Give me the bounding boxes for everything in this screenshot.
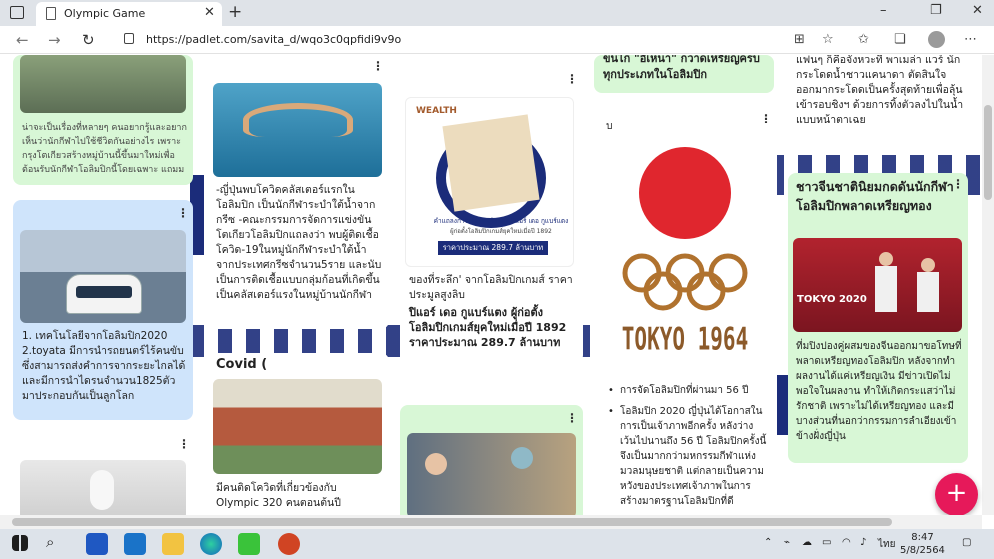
post-image: TOKYO 2020 [793, 238, 962, 332]
post-menu-icon[interactable]: ⋮ [177, 206, 189, 220]
post-text: มีคนติดโควิดที่เกี่ยวข้องกับ Olympic 320… [216, 482, 341, 509]
post-text: ของที่ระลึก' จากโอลิมปิกเกมส์ ราคาประมูล… [409, 274, 573, 301]
tray-chevron-icon[interactable]: ⌃ [764, 537, 772, 548]
tab-bar: Olympic Game ✕ + – ❐ ✕ [0, 0, 994, 26]
post-card-badminton[interactable]: ขนไก่ "อีเหนา" กวาดเหรียญครบทุกประเภทในโ… [594, 55, 774, 93]
post-text: 1. เทคโนโลยีจากโอลิมปิก2020 2.toyata มีก… [22, 330, 186, 402]
padlet-board: น่าจะเป็นเรื่องที่หลายๆ คนอยากรู้และอยาก… [0, 55, 994, 515]
post-card-china-nationalism[interactable]: ⋮ ชาวจีนชาตินิยมกดดันนักกีฬาโอลิมปิกพลาด… [788, 173, 968, 463]
url-text[interactable]: https://padlet.com/savita_d/wqo3c0qpfidi… [146, 33, 401, 46]
network-icon[interactable]: ⌁ [784, 537, 790, 548]
close-window-button[interactable]: ✕ [972, 3, 983, 18]
post-image: WEALTH คำแถลงการณ์ฉบับจริงของ ปิแอร์ เดอ… [405, 97, 574, 267]
clock-date: 5/8/2564 [900, 545, 945, 556]
add-post-button[interactable]: + [935, 473, 978, 515]
refresh-icon[interactable]: ↻ [82, 31, 95, 49]
vertical-scrollbar[interactable] [982, 55, 994, 515]
powerpoint-icon[interactable] [278, 533, 300, 555]
bullet-item: โอลิมปิก 2020 ญี่ปุ่นได้โอกาสในการเป็นเจ… [620, 406, 767, 507]
tab-close-button[interactable]: ✕ [204, 5, 215, 20]
image-caption: คำแถลงการณ์ฉบับจริงของ ปิแอร์ เดอ กูแบร์… [433, 217, 569, 225]
post-card-technology[interactable]: ⋮ 1. เทคโนโลยีจากโอลิมปิก2020 2.toyata ม… [13, 200, 193, 420]
windows-taskbar: ⌕ ⌃ ⌁ ☁ ▭ ◠ ♪ ไทย 8:47 5/8/2564 ▢ [0, 529, 994, 559]
image-caption: TOKYO 2020 [797, 294, 867, 305]
post-card-vaccine[interactable]: ⋮ [400, 405, 583, 515]
post-card-covid-greece[interactable]: -ญี่ปุ่นพบโควิดคลัสเตอร์แรกในโอลิมปิก เป… [206, 79, 389, 329]
post-menu-icon[interactable]: ⋮ [178, 437, 190, 451]
post-card-memorabilia[interactable]: WEALTH คำแถลงการณ์ฉบับจริงของ ปิแอร์ เดอ… [400, 93, 583, 363]
post-image [407, 433, 576, 515]
post-text: แฟนๆ ก็คือจังหวะที่ พาเมล่า แวร์ นักกระโ… [796, 55, 964, 126]
search-icon[interactable]: ⌕ [46, 533, 68, 555]
tab-title: Olympic Game [64, 7, 146, 20]
post-text: ที่มปิงปองคู่ผสมของจีนออกมาขอโทษที่พลาดเ… [796, 341, 962, 442]
post-image [20, 460, 186, 515]
volume-icon[interactable]: ♪ [860, 537, 866, 548]
post-header: ป [606, 123, 613, 132]
tab-olympic-game[interactable]: Olympic Game ✕ [36, 2, 222, 26]
horizontal-scrollbar[interactable] [0, 515, 982, 529]
maximize-button[interactable]: ❐ [930, 3, 942, 18]
post-image [213, 379, 382, 474]
post-text: น่าจะเป็นเรื่องที่หลายๆ คนอยากรู้และอยาก… [22, 123, 187, 175]
post-title: Covid ( [216, 357, 268, 372]
olympic-rings-icon [622, 253, 748, 311]
edge-icon[interactable] [200, 533, 222, 555]
post-card-tokyo1964[interactable]: ป TOKYO 1964 • การจัดโอลิมปิกที่ผ่านมา 56… [594, 123, 777, 515]
lock-icon [124, 33, 134, 44]
tokyo-1964-text: TOKYO 1964 [621, 321, 749, 357]
url-box[interactable]: https://padlet.com/savita_d/wqo3c0qpfidi… [112, 28, 846, 52]
more-icon[interactable]: ⋯ [964, 32, 977, 47]
app-icon[interactable] [86, 533, 108, 555]
file-explorer-icon[interactable] [162, 533, 184, 555]
post-image [213, 83, 382, 177]
post-text: -ญี่ปุ่นพบโควิดคลัสเตอร์แรกในโอลิมปิก เป… [216, 184, 382, 301]
post-image [20, 230, 186, 323]
tab-actions-icon[interactable] [10, 6, 24, 19]
notifications-icon[interactable]: ▢ [962, 537, 971, 548]
language-indicator[interactable]: ไทย [878, 537, 895, 552]
clock-time: 8:47 [911, 532, 934, 543]
post-card-diving[interactable]: แฟนๆ ก็คือจังหวะที่ พาเมล่า แวร์ นักกระโ… [788, 55, 971, 155]
post-image: TOKYO 1964 [600, 135, 770, 371]
image-caption: ผู้ก่อตั้งโอลิมปิกเกมส์ยุคใหม่เมื่อปี 18… [450, 228, 552, 235]
clock[interactable]: 8:47 5/8/2564 [900, 531, 945, 557]
post-card-village[interactable]: น่าจะเป็นเรื่องที่หลายๆ คนอยากรู้และอยาก… [13, 55, 193, 185]
post-title: ขนไก่ "อีเหนา" กวาดเหรียญครบทุกประเภทในโ… [603, 55, 760, 81]
wifi-icon[interactable]: ◠ [842, 537, 851, 548]
post-menu-icon[interactable]: ⋮ [566, 72, 578, 86]
forward-icon[interactable]: → [48, 31, 61, 49]
start-icon[interactable] [12, 535, 28, 551]
post-bold-text: ปิแอร์ เดอ กูแบร์แตง ผู้ก่อตั้งโอลิมปิกเ… [409, 306, 567, 349]
apps-icon[interactable]: ⊞ [794, 32, 805, 47]
line-icon[interactable] [238, 533, 260, 555]
post-menu-icon[interactable]: ⋮ [372, 59, 384, 73]
mail-icon[interactable] [124, 533, 146, 555]
favorites-icon[interactable]: ✩ [858, 32, 869, 47]
cloud-icon[interactable]: ☁ [802, 537, 812, 548]
post-card-covid[interactable]: Covid ( มีคนติดโควิดที่เกี่ยวข้องกับ Oly… [206, 353, 389, 515]
scrollbar-thumb[interactable] [12, 518, 892, 526]
address-bar: ← → ↻ https://padlet.com/savita_d/wqo3c0… [0, 26, 994, 54]
scrollbar-thumb[interactable] [984, 105, 992, 200]
new-tab-button[interactable]: + [228, 2, 242, 22]
wealth-logo: WEALTH [416, 106, 457, 116]
post-title: ชาวจีนชาตินิยมกดดันนักกีฬาโอลิมปิกพลาดเห… [796, 179, 954, 213]
collections-icon[interactable]: ❏ [894, 32, 906, 47]
post-image [20, 55, 186, 113]
post-bullet-list: • การจัดโอลิมปิกที่ผ่านมา 56 ปี • โอลิมปิก… [608, 385, 767, 507]
post-menu-icon[interactable]: ⋮ [566, 411, 578, 425]
minimize-button[interactable]: – [880, 3, 887, 18]
battery-icon[interactable]: ▭ [822, 537, 831, 548]
bullet-item: การจัดโอลิมปิกที่ผ่านมา 56 ปี [620, 385, 749, 396]
rising-sun [639, 147, 731, 239]
price-banner: ราคาประมาณ 289.7 ล้านบาท [438, 241, 548, 255]
post-card-figure[interactable] [13, 455, 193, 515]
favorite-add-icon[interactable]: ☆ [822, 32, 834, 47]
back-icon[interactable]: ← [16, 31, 29, 49]
profile-avatar[interactable] [928, 31, 945, 48]
page-icon [46, 7, 56, 20]
